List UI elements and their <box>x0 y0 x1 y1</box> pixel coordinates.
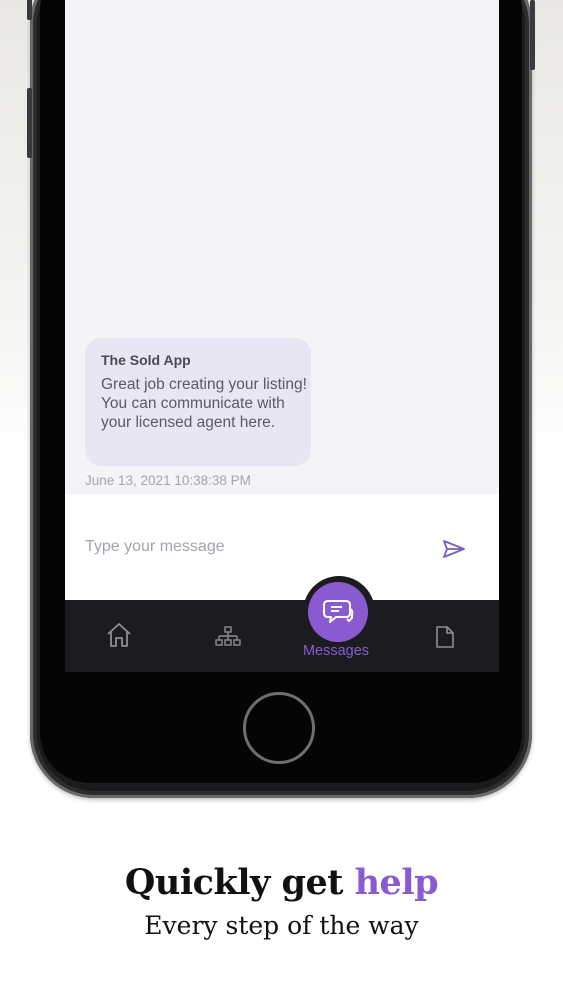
send-icon[interactable] <box>441 538 467 560</box>
message-composer: Type your message <box>65 494 499 600</box>
home-button[interactable] <box>243 692 315 764</box>
message-timestamp: June 13, 2021 10:38:38 PM <box>85 473 251 488</box>
bottom-tab-bar: Messages <box>65 576 499 672</box>
tab-messages-label: Messages <box>302 643 370 659</box>
headline-prefix: Quickly get <box>124 862 355 903</box>
home-icon[interactable] <box>105 622 133 648</box>
headline-accent: help <box>354 862 439 903</box>
tab-messages[interactable] <box>308 582 368 642</box>
volume-button <box>27 88 32 158</box>
marketing-headline: Quickly get help <box>0 862 563 903</box>
marketing-subheadline: Every step of the way <box>144 911 419 940</box>
app-screen: The Sold App Great job creating your lis… <box>65 0 499 672</box>
message-input[interactable]: Type your message <box>85 538 225 556</box>
message-sender: The Sold App <box>101 352 191 368</box>
document-icon[interactable] <box>435 625 455 649</box>
mute-switch <box>27 0 32 20</box>
sitemap-icon[interactable] <box>215 626 241 648</box>
power-button <box>530 0 535 70</box>
message-bubble: The Sold App Great job creating your lis… <box>85 338 311 466</box>
message-text: Great job creating your listing! You can… <box>101 376 307 431</box>
chat-bubbles-icon <box>323 600 354 623</box>
